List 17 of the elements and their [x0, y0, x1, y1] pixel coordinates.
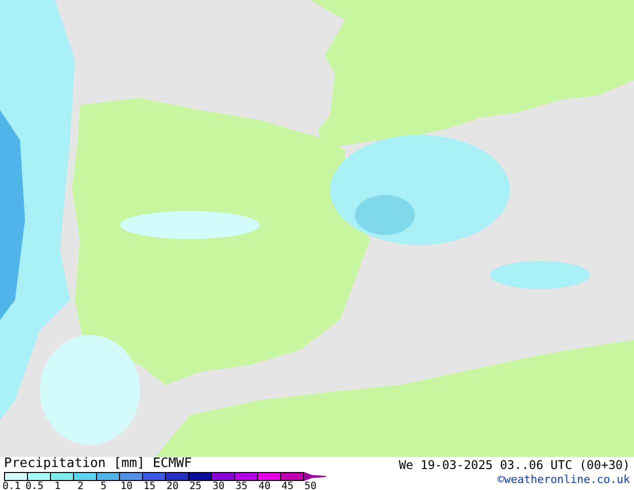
legend-label: 35: [234, 481, 249, 490]
legend-label: 15: [142, 481, 157, 490]
legend-label: 0.5: [24, 481, 45, 490]
legend-label: 40: [257, 481, 272, 490]
legend-label: 20: [165, 481, 180, 490]
legend-label: 45: [280, 481, 295, 490]
legend-label: 50: [303, 481, 318, 490]
credit-link[interactable]: ©weatheronline.co.uk: [498, 473, 630, 487]
legend-label: 5: [99, 481, 108, 490]
legend-label: 25: [188, 481, 203, 490]
map-title: Precipitation [mm] ECMWF: [4, 457, 193, 471]
legend-label: 1: [53, 481, 62, 490]
valid-time: We 19-03-2025 03..06 UTC (00+30): [398, 457, 630, 473]
legend-label: 10: [119, 481, 134, 490]
legend-label: 2: [76, 481, 85, 490]
legend-label: 0.1: [1, 481, 22, 490]
legend-label: 30: [211, 481, 226, 490]
